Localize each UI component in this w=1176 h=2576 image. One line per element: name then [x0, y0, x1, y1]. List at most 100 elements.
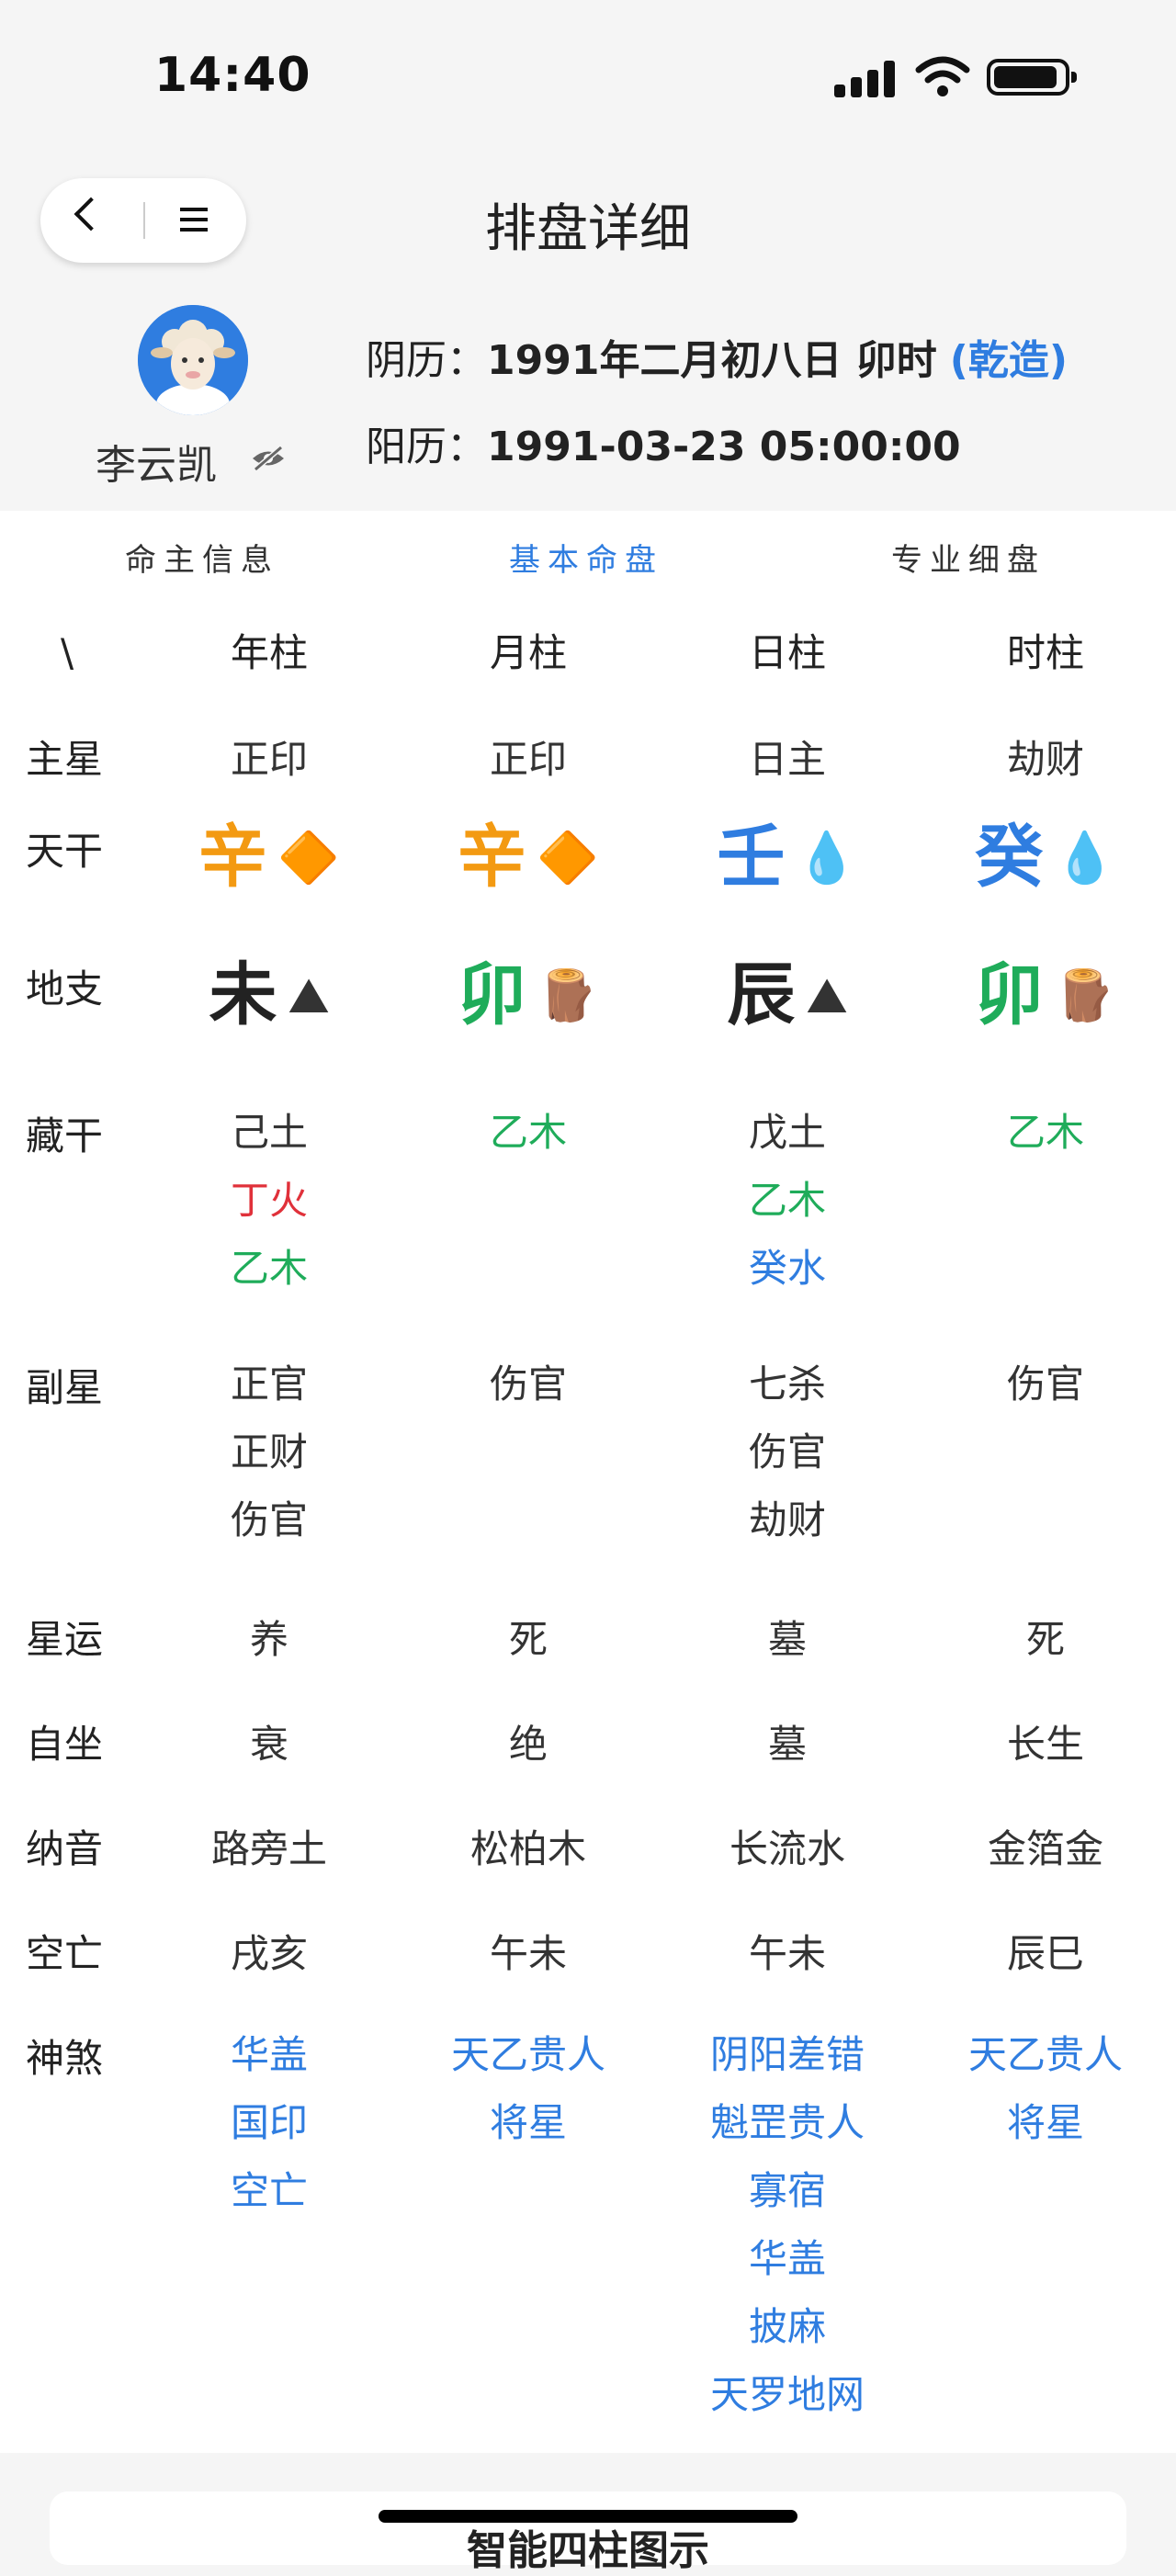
hide-eye-icon[interactable] — [250, 445, 287, 472]
zizuo-cell: 绝 — [508, 1722, 548, 1767]
row-label-dizhi: 地支 — [26, 966, 104, 1011]
earth-mound-icon: ⛰ — [288, 966, 330, 1024]
tab-zhuan-ye-xi-pan[interactable]: 专业细盘 — [891, 535, 1046, 580]
wifi-icon — [915, 56, 970, 96]
pillar-header: 时柱 — [1006, 630, 1084, 675]
fuxing-cell: 伤官 — [935, 1350, 1156, 1418]
gold-pyramid-icon: 🔶 — [537, 829, 599, 887]
fuxing-cell: 伤官 — [418, 1350, 639, 1418]
fuxing-item: 劫财 — [748, 1497, 826, 1542]
page-title: 排盘详细 — [485, 199, 691, 259]
lunar-value: 1991年二月初八日 卯时 — [487, 337, 937, 384]
shensha-item[interactable]: 魁罡贵人 — [677, 2089, 898, 2157]
row-label-kongwang: 空亡 — [26, 1931, 104, 1976]
xingyun-cell: 死 — [508, 1617, 548, 1662]
zhuxing-cell: 劫财 — [1006, 737, 1084, 782]
kongwang-cell: 午未 — [489, 1931, 567, 1976]
gold-pyramid-icon: 🔶 — [277, 829, 340, 887]
tab-ji-ben-ming-pan[interactable]: 基本命盘 — [509, 535, 663, 580]
shensha-item[interactable]: 天罗地网 — [677, 2361, 898, 2429]
zhuxing-cell: 正印 — [489, 737, 567, 782]
canggan-cell: 戊土 乙木 癸水 — [677, 1099, 898, 1303]
nayin-cell: 长流水 — [729, 1826, 845, 1871]
lunar-label: 阴历： — [366, 337, 487, 384]
tiangan-char: 辛 — [198, 818, 267, 897]
row-label-nayin: 纳音 — [26, 1826, 104, 1871]
zhuxing-cell: 日主 — [748, 737, 826, 782]
tab-ming-zhu-xin-xi[interactable]: 命主信息 — [125, 535, 279, 580]
nayin-cell: 金箔金 — [987, 1826, 1103, 1871]
canggan-item: 己土 — [230, 1110, 308, 1155]
row-label-fuxing: 副星 — [26, 1365, 104, 1410]
status-time: 14:40 — [154, 48, 311, 103]
fuxing-cell: 正官 正财 伤官 — [159, 1350, 379, 1554]
battery-icon — [987, 59, 1077, 96]
shensha-item[interactable]: 披麻 — [677, 2293, 898, 2361]
canggan-item: 戊土 — [748, 1110, 826, 1155]
dizhi-cell: 卯 🪵 — [935, 961, 1156, 1029]
zizuo-cell: 长生 — [1006, 1722, 1084, 1767]
wood-logs-icon: 🪵 — [537, 966, 599, 1024]
dizhi-char: 辰 — [727, 955, 796, 1034]
xingyun-cell: 死 — [1025, 1617, 1065, 1662]
canggan-item: 丁火 — [230, 1178, 308, 1223]
row-label-shensha: 神煞 — [26, 2036, 104, 2081]
shensha-cell: 阴阳差错 魁罡贵人 寡宿 华盖 披麻 天罗地网 — [677, 2021, 898, 2429]
row-label-xingyun: 星运 — [26, 1617, 104, 1662]
row-label-zhuxing: 主星 — [26, 737, 104, 782]
zizuo-cell: 衰 — [249, 1722, 288, 1767]
fuxing-item: 伤官 — [230, 1497, 308, 1542]
canggan-cell: 乙木 — [935, 1099, 1156, 1167]
fuxing-cell: 七杀 伤官 劫财 — [677, 1350, 898, 1554]
cellular-signal-icon — [834, 61, 900, 97]
dizhi-char: 未 — [209, 955, 277, 1034]
dizhi-cell: 卯 🪵 — [418, 961, 639, 1029]
shensha-item[interactable]: 天乙贵人 — [935, 2021, 1156, 2089]
dizhi-char: 卯 — [458, 955, 526, 1034]
tiangan-char: 壬 — [717, 818, 786, 897]
shensha-item[interactable]: 华盖 — [677, 2225, 898, 2293]
dizhi-cell: 辰 ⛰ — [677, 961, 898, 1029]
wood-logs-icon: 🪵 — [1054, 966, 1116, 1024]
tiangan-cell: 辛 🔶 — [418, 823, 639, 891]
fuxing-item: 七杀 — [748, 1361, 826, 1407]
row-label-zizuo: 自坐 — [26, 1722, 104, 1767]
solar-label: 阳历： — [366, 424, 487, 470]
solar-date: 阳历：1991-03-23 05:00:00 — [366, 413, 961, 472]
xingyun-cell: 墓 — [767, 1617, 807, 1662]
shensha-item[interactable]: 国印 — [159, 2089, 379, 2157]
xingyun-cell: 养 — [249, 1617, 288, 1662]
shensha-cell: 天乙贵人 将星 — [935, 2021, 1156, 2157]
card-title: 智能四柱图示 — [467, 2527, 709, 2574]
shensha-item[interactable]: 将星 — [418, 2089, 639, 2157]
home-indicator — [379, 2510, 797, 2523]
canggan-item: 癸水 — [748, 1246, 826, 1291]
shensha-item[interactable]: 空亡 — [159, 2157, 379, 2225]
shensha-item[interactable]: 天乙贵人 — [418, 2021, 639, 2089]
shensha-item[interactable]: 阴阳差错 — [677, 2021, 898, 2089]
gender-tag: (乾造) — [949, 337, 1068, 384]
canggan-item: 乙木 — [748, 1178, 826, 1223]
tiangan-cell: 辛 🔶 — [159, 823, 379, 891]
water-drops-icon: 💧 — [796, 829, 858, 887]
pillar-header: 日柱 — [748, 630, 826, 675]
fuxing-item: 正财 — [230, 1429, 308, 1474]
water-drops-icon: 💧 — [1054, 829, 1116, 887]
tiangan-char: 癸 — [975, 818, 1044, 897]
user-name: 李云凯 — [96, 442, 217, 489]
shensha-item[interactable]: 寡宿 — [677, 2157, 898, 2225]
avatar[interactable] — [138, 305, 248, 415]
kongwang-cell: 辰巳 — [1006, 1931, 1084, 1976]
tiangan-char: 辛 — [458, 818, 526, 897]
sheep-avatar-icon — [138, 305, 248, 415]
fuxing-item: 伤官 — [1006, 1361, 1084, 1407]
tiangan-cell: 癸 💧 — [935, 823, 1156, 891]
shensha-item[interactable]: 华盖 — [159, 2021, 379, 2089]
canggan-item: 乙木 — [230, 1246, 308, 1291]
dizhi-cell: 未 ⛰ — [159, 961, 379, 1029]
nayin-cell: 路旁土 — [210, 1826, 327, 1871]
canggan-item: 乙木 — [1006, 1110, 1084, 1155]
zizuo-cell: 墓 — [767, 1722, 807, 1767]
row-label-canggan: 藏干 — [26, 1113, 104, 1158]
shensha-item[interactable]: 将星 — [935, 2089, 1156, 2157]
